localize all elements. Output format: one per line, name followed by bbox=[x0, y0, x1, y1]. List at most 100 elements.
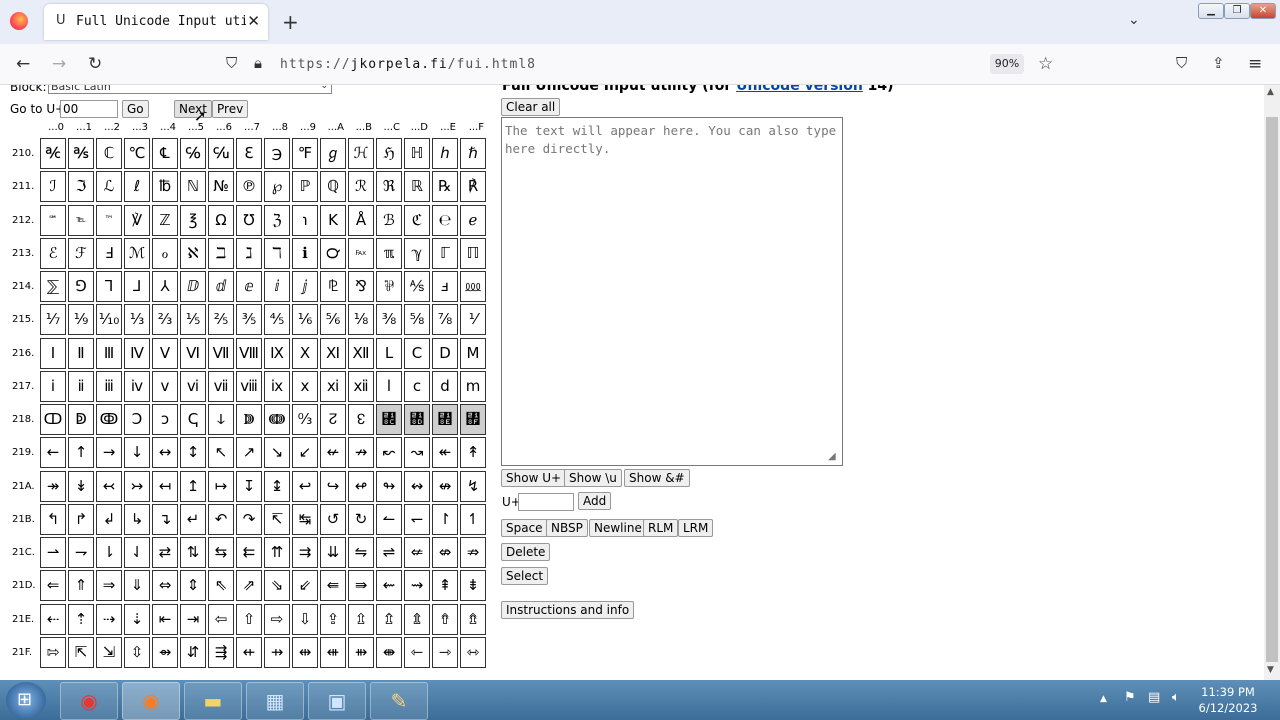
char-cell[interactable]: ↳ bbox=[124, 503, 150, 535]
close-tab-icon[interactable]: ✕ bbox=[247, 12, 260, 30]
newline-button[interactable]: Newline bbox=[589, 519, 647, 537]
char-cell[interactable]: ⅻ bbox=[348, 370, 374, 402]
char-cell[interactable]: ℊ bbox=[320, 138, 346, 169]
char-cell[interactable]: Ω bbox=[208, 204, 234, 236]
char-cell[interactable]: ⇝ bbox=[404, 570, 430, 602]
scroll-up-icon[interactable]: ▲ bbox=[1267, 87, 1274, 97]
char-cell[interactable]: ⇺ bbox=[320, 636, 346, 668]
char-cell[interactable]: ⇀ bbox=[40, 537, 66, 568]
char-cell[interactable]: ↏ bbox=[460, 404, 486, 435]
char-cell[interactable]: ↌ bbox=[376, 404, 402, 435]
char-cell[interactable]: Ↄ bbox=[124, 404, 150, 435]
char-cell[interactable]: ↻ bbox=[348, 503, 374, 535]
char-cell[interactable]: ℽ bbox=[404, 237, 430, 269]
block-select[interactable]: Basic Latin ⌄ bbox=[48, 85, 332, 94]
char-cell[interactable]: ⅈ bbox=[264, 271, 290, 302]
char-cell[interactable]: ⅒ bbox=[96, 304, 122, 336]
char-cell[interactable]: ℛ bbox=[348, 171, 374, 203]
char-cell[interactable]: ℒ bbox=[96, 171, 122, 203]
char-cell[interactable]: ⇍ bbox=[404, 537, 430, 568]
char-cell[interactable]: ⅷ bbox=[236, 370, 262, 402]
char-cell[interactable]: ↅ bbox=[180, 404, 206, 435]
lock-icon[interactable]: 🔒︎ bbox=[254, 54, 262, 72]
char-cell[interactable]: Ⅼ bbox=[376, 337, 402, 369]
char-cell[interactable]: ⇄ bbox=[152, 537, 178, 568]
char-cell[interactable]: ℿ bbox=[460, 237, 486, 269]
char-cell[interactable]: ℶ bbox=[208, 237, 234, 269]
char-cell[interactable]: ℤ bbox=[152, 204, 178, 236]
char-cell[interactable]: ⅰ bbox=[40, 370, 66, 402]
new-tab-icon[interactable]: + bbox=[282, 10, 299, 34]
extensions-icon[interactable]: ⇪ bbox=[1212, 54, 1225, 72]
rlm-button[interactable]: RLM bbox=[643, 519, 679, 537]
char-cell[interactable]: ⇥ bbox=[180, 603, 206, 635]
char-cell[interactable]: ↂ bbox=[96, 404, 122, 435]
char-cell[interactable]: ↊ bbox=[320, 404, 346, 435]
char-cell[interactable]: ↜ bbox=[376, 437, 402, 469]
char-cell[interactable]: → bbox=[96, 437, 122, 469]
menu-icon[interactable]: ≡ bbox=[1248, 54, 1262, 74]
char-cell[interactable]: ↼ bbox=[376, 503, 402, 535]
lrm-button[interactable]: LRM bbox=[678, 519, 714, 537]
zoom-level[interactable]: 90% bbox=[990, 54, 1024, 74]
char-cell[interactable]: K bbox=[320, 204, 346, 236]
char-cell[interactable]: ↗ bbox=[236, 437, 262, 469]
char-cell[interactable]: ⇳ bbox=[124, 636, 150, 668]
char-cell[interactable]: ↛ bbox=[348, 437, 374, 469]
char-cell[interactable]: ↕ bbox=[180, 437, 206, 469]
char-cell[interactable]: ↋ bbox=[348, 404, 374, 435]
char-cell[interactable]: ↶ bbox=[208, 503, 234, 535]
char-cell[interactable]: ⅏ bbox=[460, 271, 486, 302]
char-cell[interactable]: ⇱ bbox=[68, 636, 94, 668]
char-cell[interactable]: ⇶ bbox=[208, 636, 234, 668]
char-cell[interactable]: ⅴ bbox=[152, 370, 178, 402]
char-cell[interactable]: ↢ bbox=[96, 470, 122, 502]
char-cell[interactable]: ↺ bbox=[320, 503, 346, 535]
char-cell[interactable]: ↘ bbox=[264, 437, 290, 469]
minimize-icon[interactable]: ▁ bbox=[1198, 3, 1224, 19]
char-cell[interactable]: ⇂ bbox=[96, 537, 122, 568]
char-cell[interactable]: ⇫ bbox=[348, 603, 374, 635]
char-cell[interactable]: ⇋ bbox=[348, 537, 374, 568]
char-cell[interactable]: ℷ bbox=[236, 237, 262, 269]
char-cell[interactable]: ⅙ bbox=[292, 304, 318, 336]
char-cell[interactable]: ℎ bbox=[432, 138, 458, 169]
char-cell[interactable]: ℯ bbox=[460, 204, 486, 236]
char-cell[interactable]: ⅿ bbox=[460, 370, 486, 402]
char-cell[interactable]: ↈ bbox=[264, 404, 290, 435]
char-cell[interactable]: ℅ bbox=[180, 138, 206, 169]
list-tabs-icon[interactable]: ⌄ bbox=[1128, 12, 1140, 28]
char-cell[interactable]: ⅼ bbox=[376, 370, 402, 402]
char-cell[interactable]: ⅛ bbox=[348, 304, 374, 336]
char-cell[interactable]: ℁ bbox=[68, 138, 94, 169]
firefox-taskbar-icon[interactable]: ◉ bbox=[122, 682, 180, 720]
char-cell[interactable]: ⅟ bbox=[460, 304, 486, 336]
char-cell[interactable]: ℼ bbox=[376, 237, 402, 269]
char-cell[interactable]: ⅋ bbox=[348, 271, 374, 302]
codepoint-input[interactable] bbox=[518, 493, 574, 511]
char-cell[interactable]: ⇆ bbox=[208, 537, 234, 568]
char-cell[interactable]: Ⅽ bbox=[404, 337, 430, 369]
char-cell[interactable]: ⅾ bbox=[432, 370, 458, 402]
char-cell[interactable]: ⇈ bbox=[264, 537, 290, 568]
char-cell[interactable]: ℺ bbox=[320, 237, 346, 269]
char-cell[interactable]: ℆ bbox=[208, 138, 234, 169]
char-cell[interactable]: ⇚ bbox=[320, 570, 346, 602]
char-cell[interactable]: ℑ bbox=[68, 171, 94, 203]
shield-icon[interactable]: ⛉ bbox=[226, 54, 237, 72]
char-cell[interactable]: Å bbox=[348, 204, 374, 236]
char-cell[interactable]: ℡ bbox=[68, 204, 94, 236]
char-cell[interactable]: ↓ bbox=[124, 437, 150, 469]
char-cell[interactable]: ℱ bbox=[68, 237, 94, 269]
reload-icon[interactable]: ↻ bbox=[88, 54, 102, 74]
char-cell[interactable]: ↍ bbox=[404, 404, 430, 435]
char-cell[interactable]: ⇏ bbox=[460, 537, 486, 568]
remote-desktop-taskbar-icon[interactable]: ▣ bbox=[308, 682, 366, 720]
char-cell[interactable]: ⅺ bbox=[320, 370, 346, 402]
add-button[interactable]: Add bbox=[578, 492, 612, 510]
show-u-button[interactable]: Show U+ bbox=[501, 469, 567, 487]
char-cell[interactable]: ↠ bbox=[40, 470, 66, 502]
char-cell[interactable]: ↦ bbox=[208, 470, 234, 502]
char-cell[interactable]: ↄ bbox=[152, 404, 178, 435]
char-cell[interactable]: ⅇ bbox=[236, 271, 262, 302]
